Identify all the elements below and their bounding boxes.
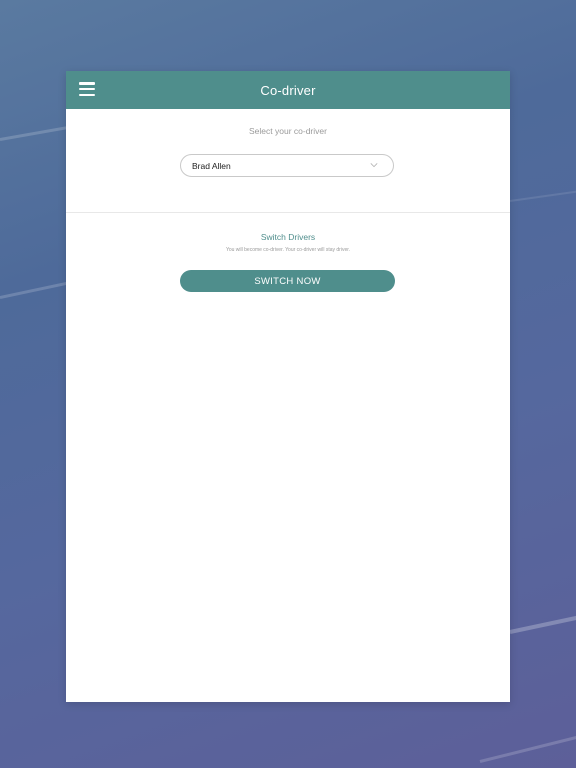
switch-drivers-title: Switch Drivers <box>260 232 316 242</box>
switch-drivers-description: You will become co-driver. Your co-drive… <box>225 247 351 253</box>
select-codriver-label: Select your co-driver <box>249 126 327 136</box>
navigation-bar: Co-driver <box>66 71 510 109</box>
menu-line <box>79 87 95 91</box>
background-streak <box>479 733 576 763</box>
codriver-dropdown[interactable]: Brad Allen <box>180 154 394 177</box>
switch-now-button[interactable]: SWITCH NOW <box>180 270 395 292</box>
menu-line <box>79 82 95 85</box>
codriver-dropdown-value: Brad Allen <box>192 160 231 171</box>
page-title: Co-driver <box>260 82 316 98</box>
codriver-select-section: Select your co-driver Brad Allen <box>66 109 510 213</box>
background-streak <box>509 613 576 634</box>
background-streak <box>509 190 576 202</box>
codriver-panel: Co-driver Select your co-driver Brad All… <box>66 71 510 702</box>
chevron-down-icon <box>370 163 378 168</box>
switch-drivers-section: Switch Drivers You will become co-driver… <box>66 213 510 333</box>
menu-line <box>79 93 95 96</box>
hamburger-menu-icon[interactable] <box>79 82 95 96</box>
